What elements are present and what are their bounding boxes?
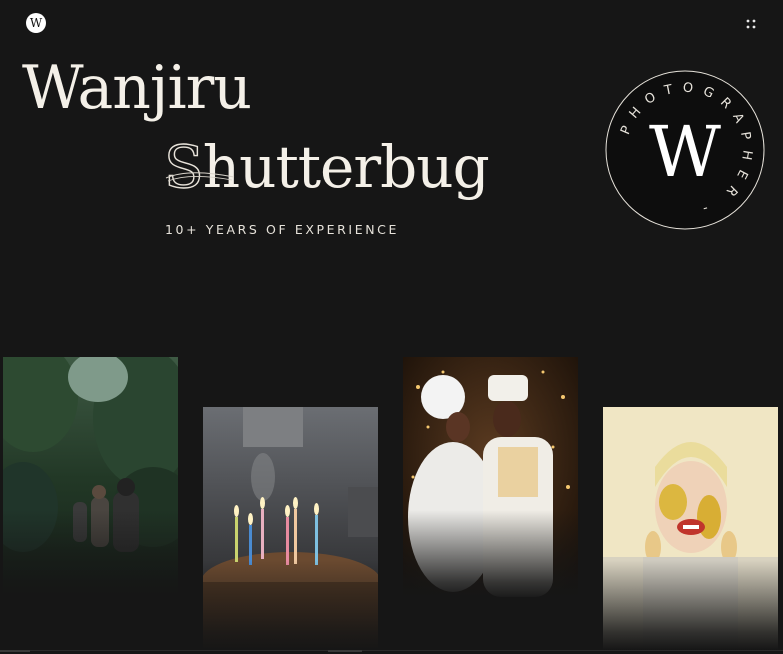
gallery-photo-birthday-cake[interactable] (203, 407, 378, 650)
site-logo[interactable]: W (26, 13, 46, 33)
photographer-badge: PHOTOGRAPHER - W (605, 70, 765, 230)
gallery-photo-wedding-couple[interactable] (403, 357, 578, 600)
hero-title-last-name: Shutterbug (163, 133, 489, 201)
gallery-photo-hikers[interactable] (3, 357, 178, 600)
scroll-indicator-middle (328, 650, 362, 652)
gallery-photo-gold-face-paint[interactable] (603, 407, 778, 650)
grid-dots-icon[interactable] (744, 16, 758, 30)
badge-monogram: W (649, 111, 721, 193)
hero-title-initial: S (163, 133, 204, 201)
experience-tagline: 10+ YEARS OF EXPERIENCE (165, 222, 399, 237)
bottom-divider (0, 650, 783, 651)
scroll-indicator-left (0, 650, 30, 652)
hero-title-rest: hutterbug (202, 133, 490, 201)
swoosh-decoration (165, 172, 235, 182)
hero-title-first-name: Wanjiru (22, 53, 252, 123)
